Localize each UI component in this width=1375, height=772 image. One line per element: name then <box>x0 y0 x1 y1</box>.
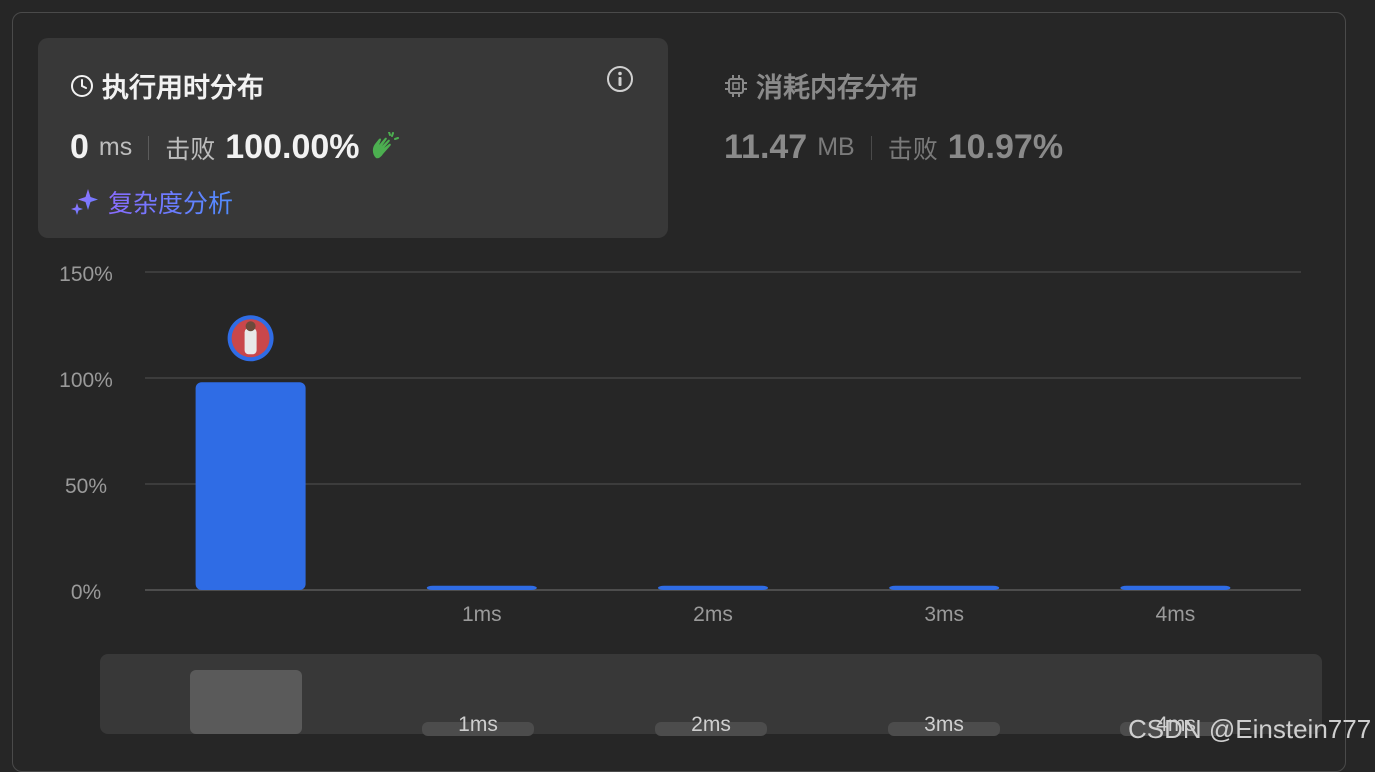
x-tick-label: 2ms <box>693 603 733 626</box>
avatar-head <box>245 321 256 332</box>
x-tick-label: 1ms <box>462 603 502 626</box>
bar-4ms <box>1120 585 1231 590</box>
bar-2ms <box>658 585 768 590</box>
bar-3ms <box>889 585 1000 590</box>
x-tick-label: 4ms <box>1156 603 1196 626</box>
y-tick-label: 50% <box>65 475 107 498</box>
watermark: CSDN @Einstein777 <box>1128 714 1372 744</box>
y-tick-label: 150% <box>59 263 113 286</box>
y-tick-label: 0% <box>71 581 101 604</box>
y-tick-label: 100% <box>59 369 113 392</box>
runtime-bar-chart: 150% 100% 50% 0% 1ms 2ms 3ms 4ms <box>59 263 1301 626</box>
avatar-figure <box>244 328 257 355</box>
bar-0ms <box>195 382 306 590</box>
bar-1ms <box>426 585 537 590</box>
x-tick-label: 3ms <box>924 603 964 626</box>
